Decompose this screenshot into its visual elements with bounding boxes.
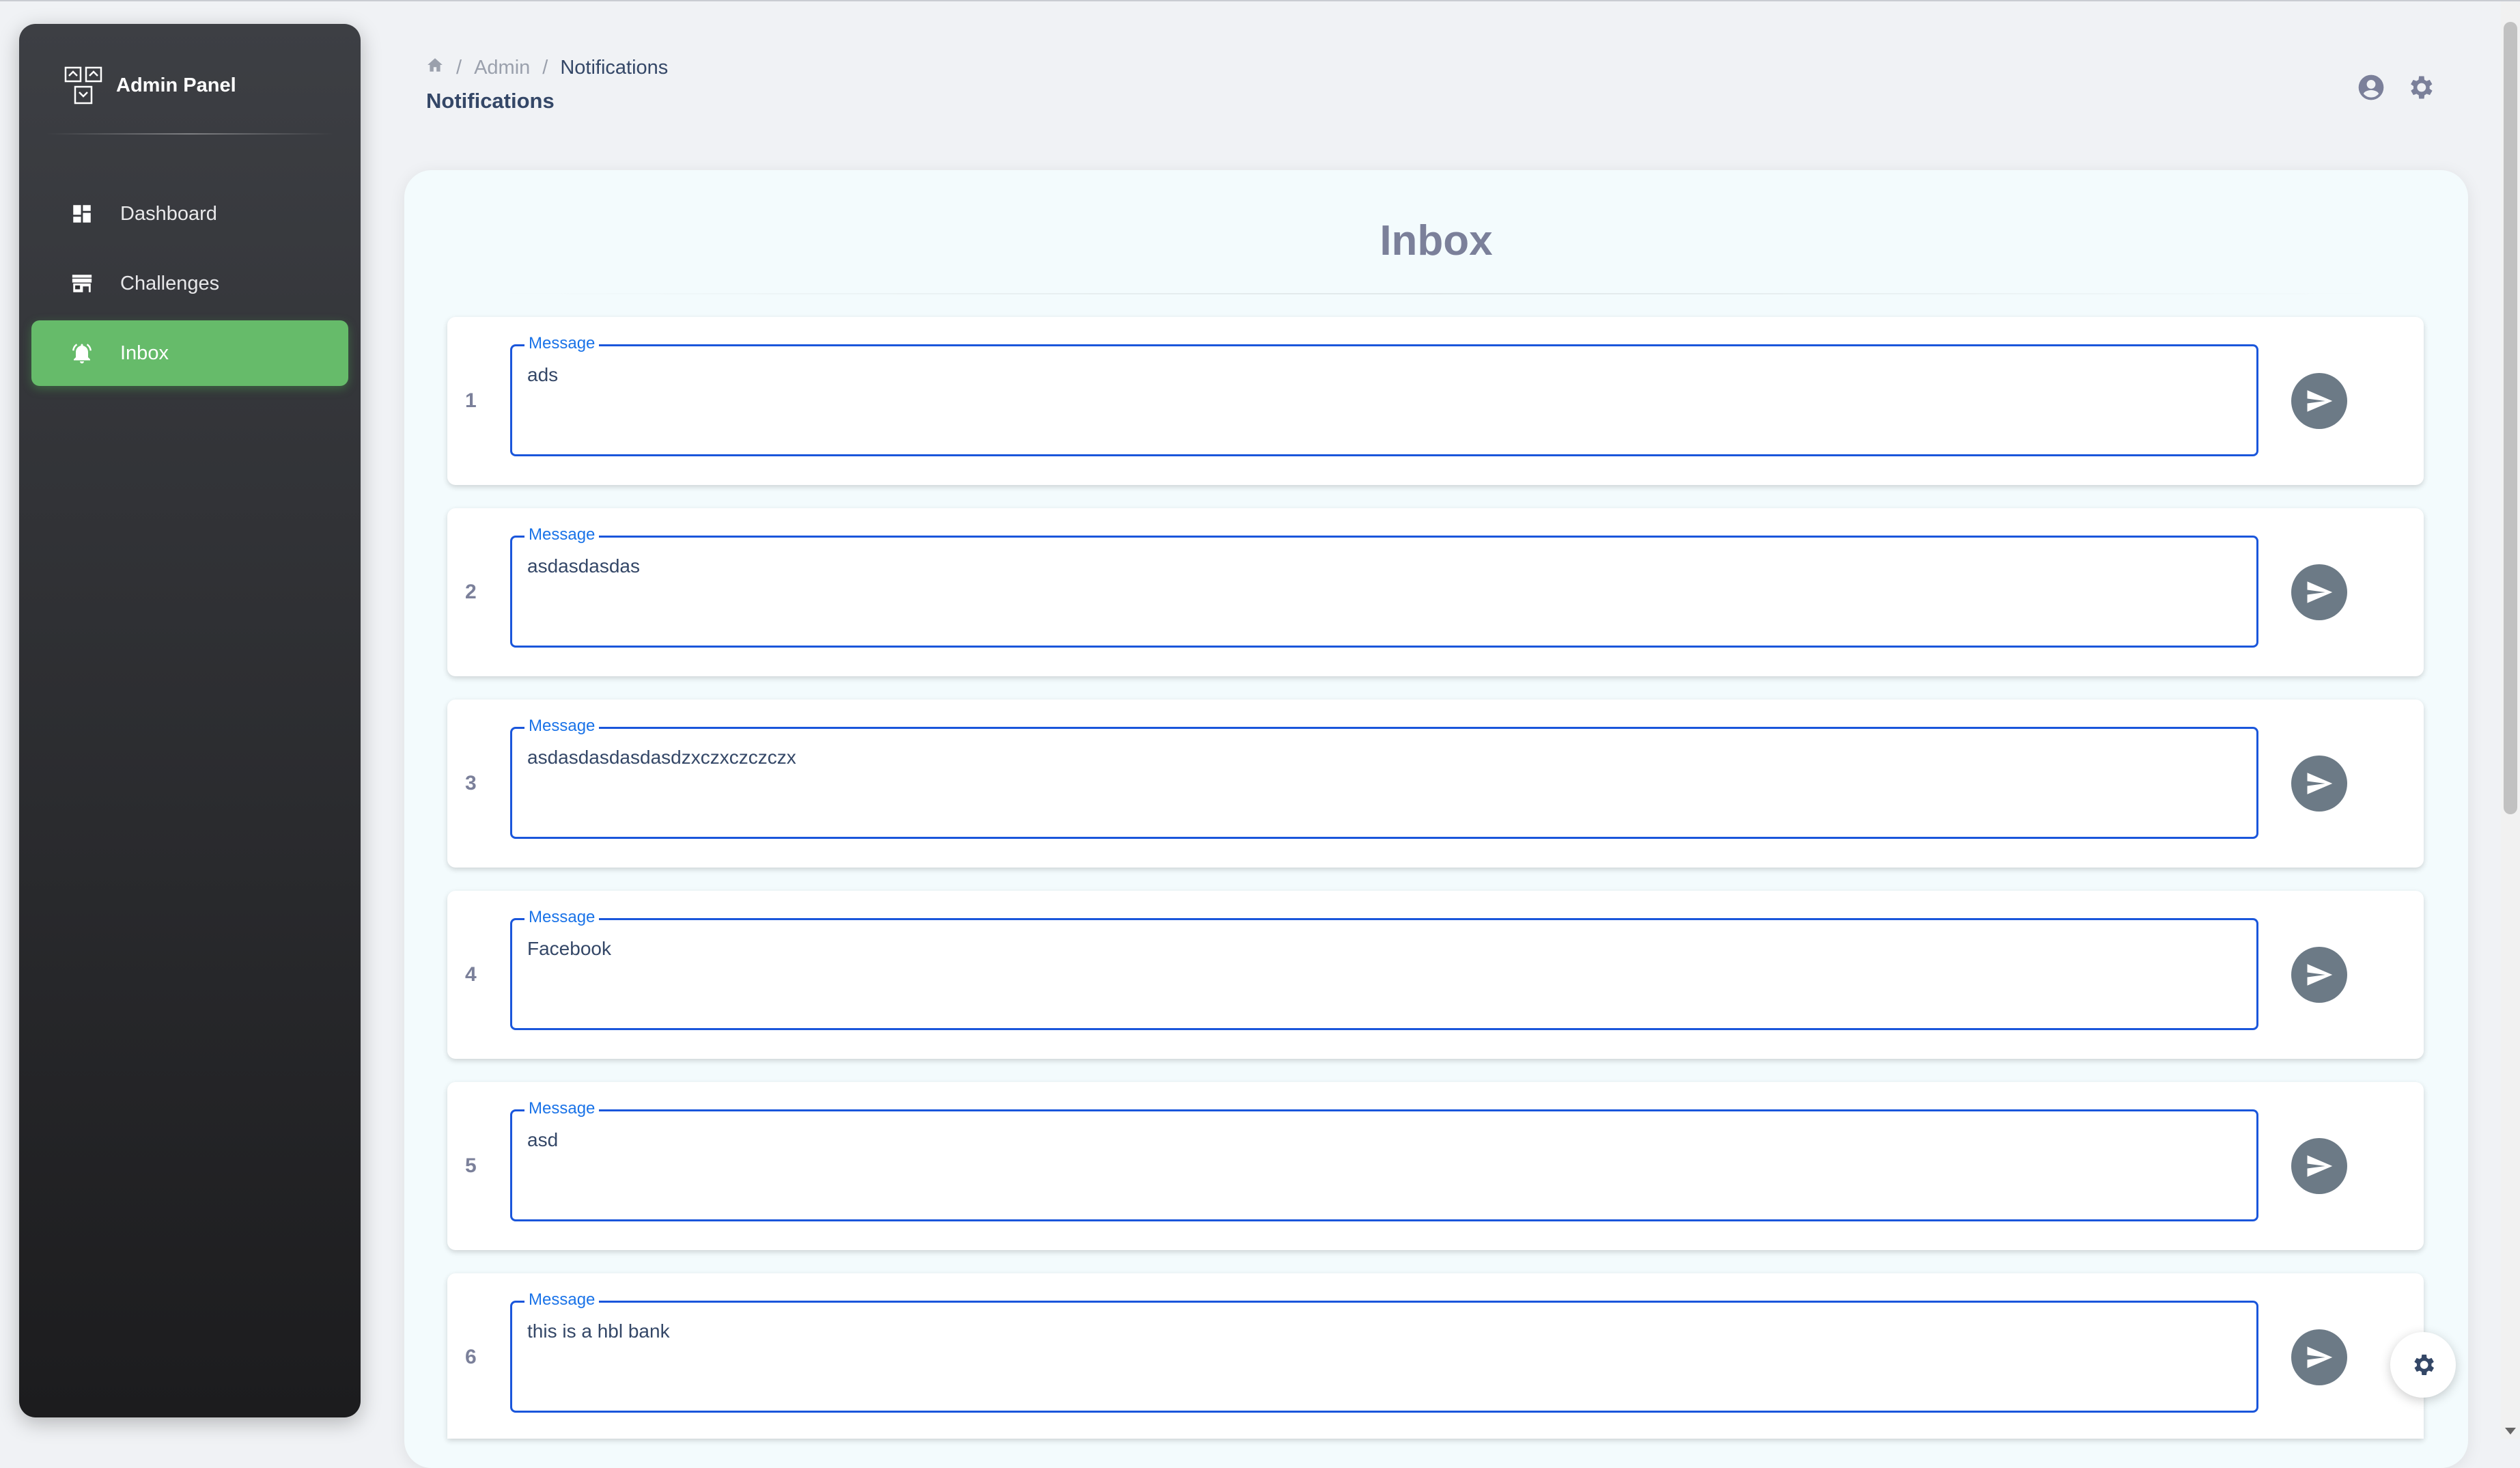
send-button[interactable] [2291, 564, 2347, 620]
send-icon [2307, 1346, 2333, 1368]
message-row: 1 Message ads [447, 317, 2424, 485]
sidebar-item-inbox[interactable]: Inbox [31, 320, 348, 386]
page-title: Notifications [426, 89, 555, 113]
send-button[interactable] [2291, 1138, 2347, 1194]
breadcrumb-separator: / [456, 56, 462, 79]
sidebar: Admin Panel Dashboard Challenges Inbox [19, 24, 361, 1417]
message-row: 3 Message asdasdasdasdasdzxczxczczczx [447, 700, 2424, 868]
sidebar-item-challenges[interactable]: Challenges [31, 251, 348, 316]
send-icon [2307, 964, 2333, 986]
send-icon [2307, 1155, 2333, 1177]
message-field[interactable]: Message Facebook [510, 908, 2258, 1030]
breadcrumb-separator: / [542, 56, 548, 79]
message-row: 2 Message asdasdasdas [447, 508, 2424, 676]
notifications-icon [67, 338, 97, 368]
breadcrumb: / Admin / Notifications [426, 56, 668, 79]
breadcrumb-admin[interactable]: Admin [474, 57, 530, 79]
brand-name: Admin Panel [116, 74, 236, 96]
dashboard-icon [67, 199, 97, 229]
message-field-label: Message [524, 1290, 600, 1310]
message-field[interactable]: Message asd [510, 1099, 2258, 1221]
send-icon [2307, 390, 2333, 412]
message-value: asdasdasdasdasdzxczxczczczx [527, 747, 796, 768]
message-field[interactable]: Message this is a hbl bank [510, 1290, 2258, 1413]
message-row: 6 Message this is a hbl bank [447, 1273, 2424, 1439]
message-field[interactable]: Message asdasdasdasdasdzxczxczczczx [510, 717, 2258, 839]
message-value: asd [527, 1129, 559, 1150]
configurator-button[interactable] [2390, 1332, 2456, 1398]
page-scrollbar[interactable] [2501, 1, 2520, 1439]
row-index: 1 [465, 389, 477, 412]
message-row: 5 Message asd [447, 1082, 2424, 1250]
admin-panel-logo-icon [64, 66, 102, 105]
sidebar-item-dashboard[interactable]: Dashboard [31, 181, 348, 247]
message-value: asdasdasdas [527, 555, 641, 577]
message-field-label: Message [524, 525, 600, 544]
row-index: 3 [465, 772, 477, 794]
store-icon [67, 268, 97, 299]
brand[interactable]: Admin Panel [63, 58, 236, 113]
send-icon [2307, 773, 2333, 794]
send-button[interactable] [2291, 373, 2347, 429]
message-value: ads [527, 364, 559, 385]
row-index: 6 [465, 1346, 477, 1368]
scroll-down-arrow-icon[interactable] [2505, 1428, 2516, 1435]
send-icon [2307, 581, 2333, 603]
message-row: 4 Message Facebook [447, 891, 2424, 1059]
row-index: 4 [465, 963, 477, 986]
sidebar-divider [46, 133, 333, 135]
row-index: 2 [465, 581, 477, 603]
message-field-label: Message [524, 1099, 600, 1118]
message-value: this is a hbl bank [527, 1320, 670, 1342]
sidebar-item-label: Inbox [120, 342, 169, 364]
breadcrumb-notifications: Notifications [560, 56, 669, 79]
inbox-title: Inbox [1380, 217, 1493, 264]
settings-gear-icon [2414, 1355, 2434, 1375]
row-index: 5 [465, 1154, 477, 1177]
send-button[interactable] [2291, 1329, 2347, 1385]
home-icon[interactable] [426, 56, 444, 79]
message-field-label: Message [524, 908, 600, 927]
sidebar-item-label: Challenges [120, 272, 220, 294]
message-value: Facebook [527, 938, 611, 959]
sidebar-item-label: Dashboard [120, 202, 217, 225]
message-field-label: Message [524, 334, 600, 353]
send-button[interactable] [2291, 756, 2347, 812]
account-circle-icon[interactable] [2356, 72, 2386, 102]
message-field[interactable]: Message ads [510, 334, 2258, 456]
send-button[interactable] [2291, 947, 2347, 1003]
message-field[interactable]: Message asdasdasdas [510, 525, 2258, 648]
settings-gear-icon[interactable] [2405, 72, 2435, 102]
card-divider [486, 293, 2386, 294]
message-field-label: Message [524, 717, 600, 736]
scrollbar-thumb[interactable] [2504, 22, 2517, 814]
